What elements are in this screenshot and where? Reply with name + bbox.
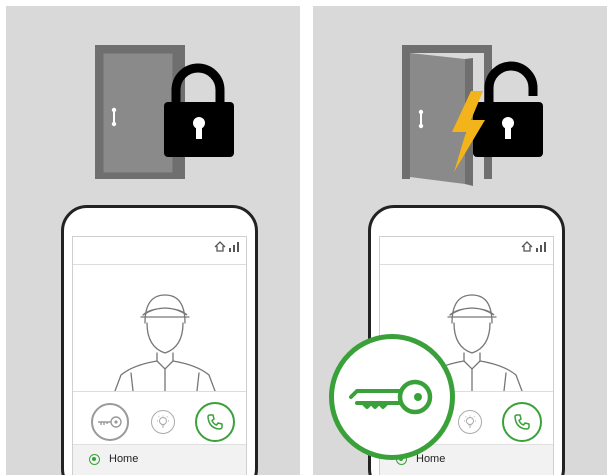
key-unlock-icon xyxy=(349,379,433,415)
key-icon xyxy=(98,416,122,428)
home-selector[interactable]: Home xyxy=(73,444,246,475)
light-bulb-icon xyxy=(157,415,169,428)
home-label: Home xyxy=(109,453,139,465)
unlocked-state-panel: Home xyxy=(313,6,607,475)
home-radio-icon xyxy=(89,454,100,465)
phone-screen: Home xyxy=(72,236,247,475)
home-icon xyxy=(214,239,226,257)
home-icon xyxy=(521,239,533,257)
phone-handset-icon xyxy=(207,414,223,430)
intercom-controls xyxy=(73,392,246,444)
delivery-person-illustration xyxy=(114,294,216,392)
home-label: Home xyxy=(416,453,446,465)
call-button[interactable] xyxy=(195,402,235,442)
locked-door-illustration xyxy=(95,45,234,179)
key-unlock-highlight[interactable] xyxy=(329,334,455,460)
locked-padlock-icon xyxy=(164,63,234,157)
locked-state-panel: Home xyxy=(6,6,300,475)
status-bar xyxy=(521,241,547,257)
unlocked-door-illustration xyxy=(402,45,543,186)
key-unlock-button[interactable] xyxy=(91,403,129,441)
video-feed xyxy=(73,265,246,392)
light-button[interactable] xyxy=(458,410,482,434)
smartphone: Home xyxy=(61,205,258,475)
light-bulb-icon xyxy=(464,415,476,428)
signal-bars-icon xyxy=(229,239,240,257)
phone-handset-icon xyxy=(514,414,530,430)
status-bar xyxy=(214,241,240,257)
signal-bars-icon xyxy=(536,239,547,257)
call-button[interactable] xyxy=(502,402,542,442)
light-button[interactable] xyxy=(151,410,175,434)
